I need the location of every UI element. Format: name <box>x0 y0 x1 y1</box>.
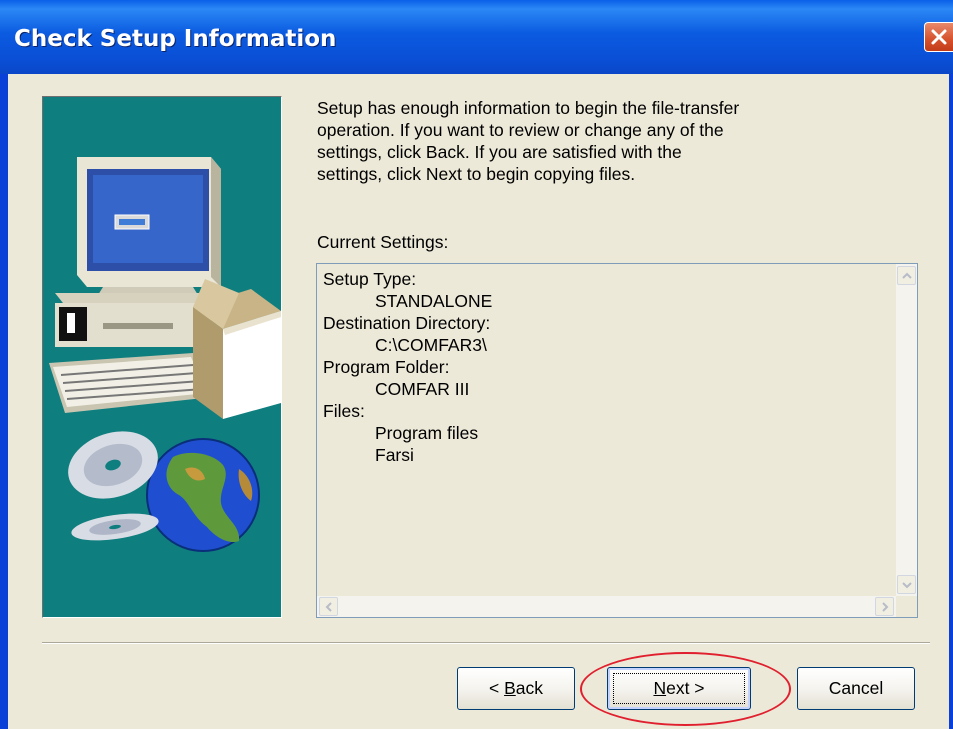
window-left-border <box>0 74 8 729</box>
chevron-right-icon <box>881 601 888 612</box>
settings-content: Setup Type: STANDALONE Destination Direc… <box>323 268 492 466</box>
setup-banner-image <box>42 96 282 618</box>
close-icon <box>931 29 947 45</box>
scroll-corner <box>896 596 917 617</box>
separator <box>42 642 930 644</box>
scroll-up-button[interactable] <box>897 266 916 285</box>
program-folder-label: Program Folder: <box>323 357 450 377</box>
window-title: Check Setup Information <box>14 26 337 52</box>
chevron-down-icon <box>901 581 912 588</box>
files-label: Files: <box>323 401 365 421</box>
computer-setup-illustration <box>49 157 281 552</box>
scroll-left-button[interactable] <box>319 597 338 616</box>
destination-value: C:\COMFAR3\ <box>375 335 487 355</box>
files-value: Farsi <box>375 445 414 465</box>
chevron-up-icon <box>901 272 912 279</box>
program-folder-value: COMFAR III <box>375 379 470 399</box>
scroll-down-button[interactable] <box>897 575 916 594</box>
files-value: Program files <box>375 423 479 443</box>
scroll-right-button[interactable] <box>875 597 894 616</box>
current-settings-label: Current Settings: <box>317 232 449 252</box>
setup-dialog: Check Setup Information Setup has enough… <box>0 0 953 729</box>
back-button[interactable]: < Back <box>457 667 575 710</box>
chevron-left-icon <box>325 601 332 612</box>
next-button[interactable]: Next > <box>607 667 751 710</box>
cancel-button[interactable]: Cancel <box>797 667 915 710</box>
close-button[interactable] <box>924 22 953 52</box>
info-text: Setup has enough information to begin th… <box>317 98 740 184</box>
settings-textbox[interactable]: Setup Type: STANDALONE Destination Direc… <box>316 263 918 618</box>
cancel-button-label: Cancel <box>828 678 884 698</box>
focus-rectangle <box>613 673 745 704</box>
back-button-label: < Back <box>488 678 543 698</box>
title-bar[interactable]: Check Setup Information <box>0 0 953 74</box>
horizontal-scrollbar[interactable] <box>317 596 896 617</box>
vertical-scrollbar[interactable] <box>896 264 917 596</box>
setup-type-label: Setup Type: <box>323 269 417 289</box>
destination-label: Destination Directory: <box>323 313 491 333</box>
setup-type-value: STANDALONE <box>375 291 493 311</box>
